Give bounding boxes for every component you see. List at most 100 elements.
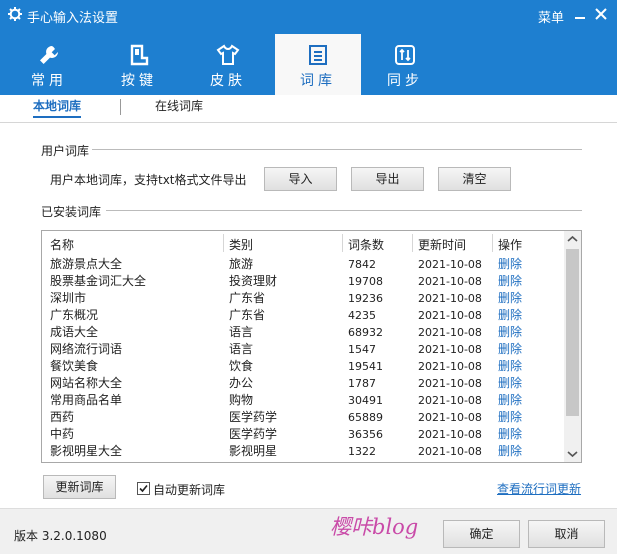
lexicon-count: 19708 xyxy=(348,275,383,288)
sub-navigation: 本地词库 在线词库 xyxy=(0,95,617,123)
subtab-online-lexicon[interactable]: 在线词库 xyxy=(155,95,203,118)
top-banner: 手心输入法设置 菜单 常用 按键 皮肤 词库 同步 xyxy=(0,0,617,95)
table-row[interactable]: 网络流行词语 语言 1547 2021-10-08 删除 xyxy=(42,341,564,358)
table-row[interactable]: 股票基金词汇大全 投资理财 19708 2021-10-08 删除 xyxy=(42,273,564,290)
delete-button[interactable]: 删除 xyxy=(498,307,522,324)
installed-lexicon-title: 已安装词库 xyxy=(41,205,102,219)
import-button[interactable]: 导入 xyxy=(264,167,337,191)
user-lexicon-title: 用户词库 xyxy=(41,144,90,158)
delete-button[interactable]: 删除 xyxy=(498,392,522,409)
delete-button[interactable]: 删除 xyxy=(498,358,522,375)
keyboard-icon xyxy=(127,43,151,67)
delete-button[interactable]: 删除 xyxy=(498,443,522,460)
lexicon-date: 2021-10-08 xyxy=(418,394,482,407)
lexicon-name: 成语大全 xyxy=(50,325,99,339)
column-divider[interactable] xyxy=(412,234,413,252)
table-row[interactable]: 常用商品名单 购物 30491 2021-10-08 删除 xyxy=(42,392,564,409)
lexicon-count: 30491 xyxy=(348,394,383,407)
table-row[interactable]: 广东概况 广东省 4235 2021-10-08 删除 xyxy=(42,307,564,324)
lexicon-date: 2021-10-08 xyxy=(418,292,482,305)
cancel-button[interactable]: 取消 xyxy=(528,520,605,548)
vertical-scrollbar[interactable] xyxy=(564,231,581,462)
scrollbar-thumb[interactable] xyxy=(566,249,579,416)
table-row[interactable]: 网站名称大全 办公 1787 2021-10-08 删除 xyxy=(42,375,564,392)
lexicon-count: 1322 xyxy=(348,445,376,458)
column-header-updated[interactable]: 更新时间 xyxy=(418,236,466,253)
lexicon-date: 2021-10-08 xyxy=(418,411,482,424)
tab-skin[interactable]: 皮肤 xyxy=(185,34,271,95)
lexicon-name: 影视明星大全 xyxy=(50,444,123,458)
tab-label: 按键 xyxy=(121,73,157,89)
lexicon-name: 广东概况 xyxy=(50,308,99,322)
close-icon[interactable] xyxy=(593,6,609,22)
lexicon-name: 中药 xyxy=(50,427,75,441)
lexicon-category: 旅游 xyxy=(229,257,254,271)
column-divider[interactable] xyxy=(223,234,224,252)
window-title: 手心输入法设置 xyxy=(27,11,119,26)
lexicon-category: 医学药学 xyxy=(229,427,278,441)
delete-button[interactable]: 删除 xyxy=(498,290,522,307)
lexicon-category: 影视明星 xyxy=(229,444,278,458)
menu-button[interactable]: 菜单 xyxy=(538,7,564,26)
lexicon-name: 餐饮美食 xyxy=(50,359,99,373)
lexicon-count: 65889 xyxy=(348,411,383,424)
lexicon-date: 2021-10-08 xyxy=(418,309,482,322)
tab-keys[interactable]: 按键 xyxy=(96,34,182,95)
delete-button[interactable]: 删除 xyxy=(498,341,522,358)
table-row[interactable]: 餐饮美食 饮食 19541 2021-10-08 删除 xyxy=(42,358,564,375)
table-row[interactable]: 中药 医学药学 36356 2021-10-08 删除 xyxy=(42,426,564,443)
tab-label: 皮肤 xyxy=(210,73,246,89)
delete-button[interactable]: 删除 xyxy=(498,426,522,443)
export-button[interactable]: 导出 xyxy=(351,167,424,191)
table-row[interactable]: 旅游景点大全 旅游 7842 2021-10-08 删除 xyxy=(42,256,564,273)
column-header-action[interactable]: 操作 xyxy=(498,236,522,253)
lexicon-name: 西药 xyxy=(50,410,75,424)
tab-common[interactable]: 常用 xyxy=(6,34,92,95)
column-header-category[interactable]: 类别 xyxy=(229,236,253,253)
lexicon-count: 19236 xyxy=(348,292,383,305)
delete-button[interactable]: 删除 xyxy=(498,409,522,426)
watermark: 樱咔blog xyxy=(330,515,419,539)
delete-button[interactable]: 删除 xyxy=(498,375,522,392)
lexicon-count: 7842 xyxy=(348,258,376,271)
scroll-down-icon[interactable] xyxy=(564,445,581,462)
table-row[interactable]: 深圳市 广东省 19236 2021-10-08 删除 xyxy=(42,290,564,307)
ok-button[interactable]: 确定 xyxy=(443,520,520,548)
delete-button[interactable]: 删除 xyxy=(498,256,522,273)
tab-lexicon[interactable]: 词库 xyxy=(275,34,361,95)
tab-sync[interactable]: 同步 xyxy=(362,34,448,95)
tab-label: 常用 xyxy=(31,73,67,89)
column-header-count[interactable]: 词条数 xyxy=(348,236,384,253)
column-divider[interactable] xyxy=(342,234,343,252)
clear-button[interactable]: 清空 xyxy=(438,167,511,191)
tab-label: 词库 xyxy=(300,73,336,89)
column-header-name[interactable]: 名称 xyxy=(50,236,74,253)
scroll-up-icon[interactable] xyxy=(564,231,581,248)
lexicon-date: 2021-10-08 xyxy=(418,326,482,339)
lexicon-date: 2021-10-08 xyxy=(418,360,482,373)
table-row[interactable]: 西药 医学药学 65889 2021-10-08 删除 xyxy=(42,409,564,426)
settings-gear-icon xyxy=(8,7,22,21)
tab-label: 同步 xyxy=(387,73,423,89)
minimize-icon[interactable] xyxy=(572,6,588,22)
delete-button[interactable]: 删除 xyxy=(498,324,522,341)
auto-update-label[interactable]: 自动更新词库 xyxy=(153,481,225,498)
table-row[interactable]: 成语大全 语言 68932 2021-10-08 删除 xyxy=(42,324,564,341)
table-header: 名称 类别 词条数 更新时间 操作 xyxy=(42,231,564,255)
auto-update-checkbox[interactable] xyxy=(137,482,150,495)
column-divider[interactable] xyxy=(492,234,493,252)
lexicon-count: 1547 xyxy=(348,343,376,356)
lexicon-date: 2021-10-08 xyxy=(418,377,482,390)
lexicon-category: 语言 xyxy=(229,342,254,356)
divider xyxy=(120,99,121,115)
delete-button[interactable]: 删除 xyxy=(498,273,522,290)
lexicon-name: 网站名称大全 xyxy=(50,376,123,390)
update-lexicon-button[interactable]: 更新词库 xyxy=(43,475,116,499)
footer-bar: 版本 3.2.0.1080 樱咔blog 确定 取消 xyxy=(0,508,617,554)
lexicon-count: 68932 xyxy=(348,326,383,339)
lexicon-name: 深圳市 xyxy=(50,291,87,305)
subtab-local-lexicon[interactable]: 本地词库 xyxy=(33,95,82,118)
table-row[interactable]: 影视明星大全 影视明星 1322 2021-10-08 删除 xyxy=(42,443,564,460)
view-popular-words-link[interactable]: 查看流行词更新 xyxy=(497,480,581,497)
lexicon-category: 广东省 xyxy=(229,308,266,322)
